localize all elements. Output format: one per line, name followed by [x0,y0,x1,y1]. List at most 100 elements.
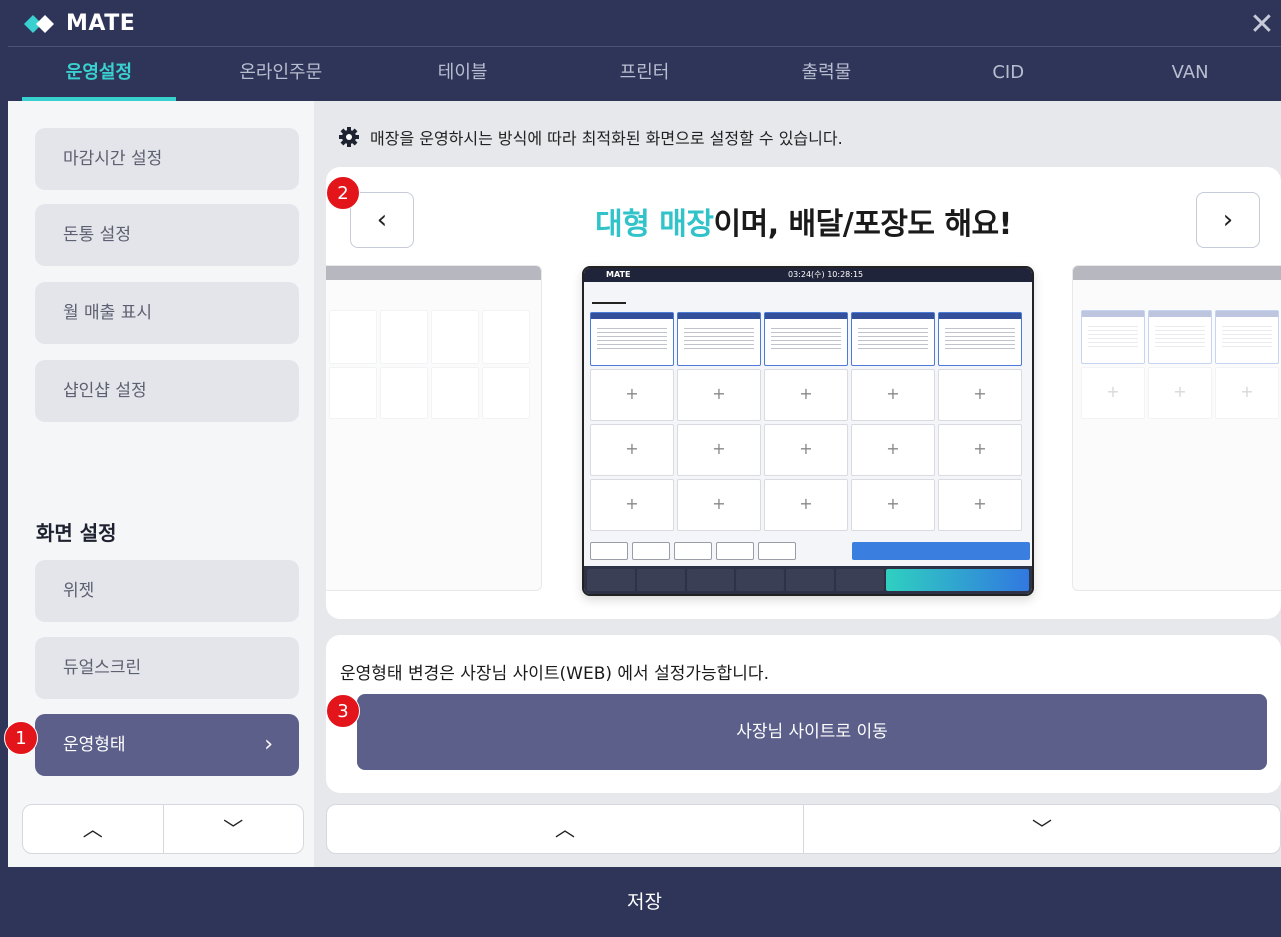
preview-empty-cell [590,424,674,476]
preview-logo: MATE [606,270,631,279]
preview-action [590,542,628,560]
preview-cell [482,367,530,419]
preview-empty-cell [851,424,935,476]
preview-new-order [885,569,1030,591]
preview-action [758,542,796,560]
preview-empty-cell [764,369,848,421]
mate-logo-icon [24,14,54,33]
preview-cell [1215,367,1279,419]
preview-cell [380,367,428,419]
step-badge-3: 3 [326,694,360,728]
preview-cell [329,367,377,419]
sidebar-scroll-down-button[interactable]: ﹀ [162,805,304,853]
sidebar-item-widget[interactable]: 위젯 [35,560,299,622]
sidebar: 마감시간 설정 돈통 설정 월 매출 표시 샵인샵 설정 화면 설정 위젯 듀얼… [8,101,314,867]
sidebar-item-operation-type[interactable]: 운영형태 › [35,714,299,776]
content-scroll-up-button[interactable]: ︿ [327,805,803,853]
preview-empty-cell [938,424,1022,476]
content-scroll-down-button[interactable]: ﹀ [803,805,1280,853]
sidebar-item-cash-drawer[interactable]: 돈통 설정 [35,204,299,266]
sidebar-item-dual-screen[interactable]: 듀얼스크린 [35,637,299,699]
preview-empty-cell [764,479,848,531]
preview-cell [1081,367,1145,419]
preview-tab [632,286,666,304]
preview-tabs [592,286,1024,306]
close-icon[interactable]: ✕ [1247,10,1277,40]
preview-tab [672,286,706,304]
preview-empty-cell [677,424,761,476]
step-badge-1: 1 [4,721,38,755]
top-tabs: 운영설정 온라인주문 테이블 프린터 출력물 CID VAN [8,46,1281,101]
preview-menu [686,569,735,591]
preview-cell [1148,310,1212,364]
chevron-right-icon: › [264,732,273,757]
preview-empty-cell [590,369,674,421]
sidebar-item-label: 운영형태 [63,735,126,755]
preview-empty-cell [851,369,935,421]
preview-cell [329,310,377,364]
sidebar-scroll-nav: ︿ ﹀ [22,804,304,854]
headline-rest: 이며, 배달/포장도 해요! [713,207,1013,242]
preview-menu [835,569,884,591]
owner-site-button[interactable]: 사장님 사이트로 이동 [357,694,1267,770]
preview-menu [786,569,834,591]
layout-carousel: ‹ › 대형 매장이며, 배달/포장도 해요! MATE 03:24(수) 10… [326,167,1281,619]
preview-cell [1215,310,1279,364]
tab-van[interactable]: VAN [1099,47,1281,101]
preview-time: 03:24(수) 10:28:15 [788,270,864,279]
screen-settings-title: 화면 설정 [36,521,117,545]
info-text: 매장을 운영하시는 방식에 따라 최적화된 화면으로 설정할 수 있습니다. [370,129,843,148]
preview-empty-cell [938,479,1022,531]
preview-pager [852,542,1030,560]
preview-cell [380,310,428,364]
preview-cell [431,367,479,419]
preview-top-bar [326,266,541,280]
tab-printer[interactable]: 프린터 [554,47,736,101]
sidebar-item-closing-time[interactable]: 마감시간 설정 [35,128,299,190]
preview-tab [712,286,746,304]
preview-order-cell [764,312,848,366]
preview-cell [1148,367,1212,419]
step-badge-2: 2 [326,176,360,210]
preview-grid [329,310,530,529]
preview-action [632,542,670,560]
panel-notice: 운영형태 변경은 사장님 사이트(WEB) 에서 설정가능합니다. [340,664,769,684]
tab-operation-settings[interactable]: 운영설정 [8,47,190,101]
preview-empty-cell [764,424,848,476]
tab-table[interactable]: 테이블 [372,47,554,101]
preview-bottom-bar [584,566,1032,594]
preview-menu [736,569,785,591]
preview-empty-cell [938,369,1022,421]
title-bar: MATE ✕ [8,4,1281,46]
tab-cid[interactable]: CID [917,47,1099,101]
sidebar-item-shop-in-shop[interactable]: 샵인샵 설정 [35,360,299,422]
preview-order-cell [851,312,935,366]
preview-table-grid [590,312,1022,531]
preview-tab [752,286,786,304]
preview-cell [431,310,479,364]
main-area: 마감시간 설정 돈통 설정 월 매출 표시 샵인샵 설정 화면 설정 위젯 듀얼… [8,101,1281,867]
save-button[interactable]: 저장 [8,867,1281,937]
gear-icon [339,127,359,147]
content-panel: 매장을 운영하시는 방식에 따라 최적화된 화면으로 설정할 수 있습니다. ‹… [314,101,1281,867]
preview-menu [587,569,635,591]
preview-screen-main: MATE 03:24(수) 10:28:15 [582,266,1034,596]
preview-screen-left [326,265,542,591]
preview-menu [636,569,685,591]
preview-order-cell [590,312,674,366]
sidebar-item-monthly-sales[interactable]: 월 매출 표시 [35,282,299,344]
carousel-headline: 대형 매장이며, 배달/포장도 해요! [326,199,1281,243]
preview-action [674,542,712,560]
preview-tab [592,286,626,304]
tab-output[interactable]: 출력물 [735,47,917,101]
tab-online-order[interactable]: 온라인주문 [190,47,372,101]
preview-empty-cell [590,479,674,531]
preview-top-bar: MATE 03:24(수) 10:28:15 [584,268,1032,282]
content-scroll-nav: ︿ ﹀ [326,804,1281,854]
headline-highlight: 대형 매장 [595,207,714,242]
sidebar-scroll-up-button[interactable]: ︿ [23,805,163,853]
preview-empty-cell [677,369,761,421]
preview-cell [482,310,530,364]
preview-empty-cell [851,479,935,531]
preview-action [716,542,754,560]
